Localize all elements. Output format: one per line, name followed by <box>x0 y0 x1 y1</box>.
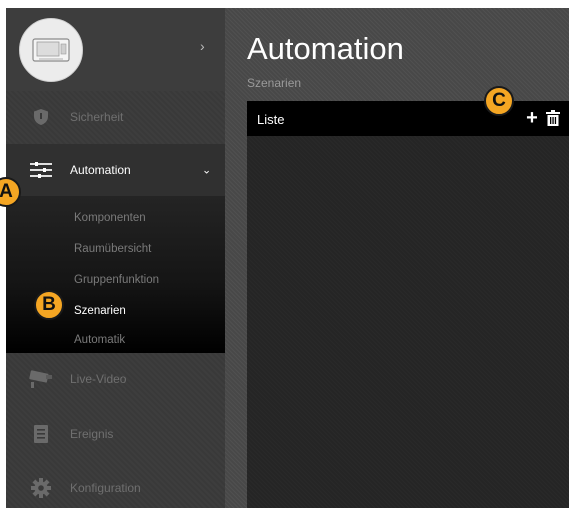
automation-submenu: Komponenten Raumübersicht Gruppenfunktio… <box>6 196 225 353</box>
sidebar-item-label: Sicherheit <box>70 110 124 124</box>
sidebar-item-ereignis[interactable]: Ereignis <box>6 408 225 460</box>
sidebar-item-label: Konfiguration <box>70 481 141 495</box>
device-avatar[interactable] <box>19 18 83 82</box>
sidebar: › Sicherheit Automation ⌄ Komponenten Ra… <box>6 8 225 508</box>
sidebar-item-security[interactable]: Sicherheit <box>6 91 225 143</box>
event-list-icon <box>28 423 54 445</box>
gear-icon <box>28 477 54 499</box>
submenu-item-raumuebersicht[interactable]: Raumübersicht <box>74 243 151 255</box>
sliders-icon <box>28 159 54 181</box>
delete-button[interactable] <box>546 110 560 126</box>
sidebar-item-label: Automation <box>70 163 131 177</box>
device-header[interactable]: › <box>6 8 225 91</box>
page-title: Automation <box>247 31 404 66</box>
submenu-item-komponenten[interactable]: Komponenten <box>74 212 146 224</box>
chevron-right-icon[interactable]: › <box>200 38 205 54</box>
add-button[interactable]: + <box>524 107 540 129</box>
scenario-list-panel: Liste + <box>247 101 569 508</box>
list-header: Liste + <box>247 101 569 136</box>
main-content: Automation Szenarien Liste + <box>225 8 569 508</box>
submenu-item-szenarien[interactable]: Szenarien <box>74 305 126 317</box>
trash-icon <box>546 110 560 126</box>
shield-icon <box>28 106 54 128</box>
sidebar-item-label: Live-Video <box>70 372 127 386</box>
control-panel-icon <box>32 38 70 62</box>
annotation-marker-b: B <box>34 290 64 320</box>
page-subtitle: Szenarien <box>247 76 302 90</box>
annotation-marker-c: C <box>484 86 514 116</box>
sidebar-item-automation[interactable]: Automation ⌄ <box>6 144 225 196</box>
camera-icon <box>28 368 54 390</box>
list-title: Liste <box>257 112 285 127</box>
submenu-item-gruppenfunktion[interactable]: Gruppenfunktion <box>74 274 159 286</box>
sidebar-item-live-video[interactable]: Live-Video <box>6 353 225 405</box>
sidebar-item-konfiguration[interactable]: Konfiguration <box>6 462 225 514</box>
chevron-down-icon[interactable]: ⌄ <box>202 164 211 177</box>
sidebar-item-label: Ereignis <box>70 427 114 441</box>
submenu-item-automatik[interactable]: Automatik <box>74 334 125 346</box>
